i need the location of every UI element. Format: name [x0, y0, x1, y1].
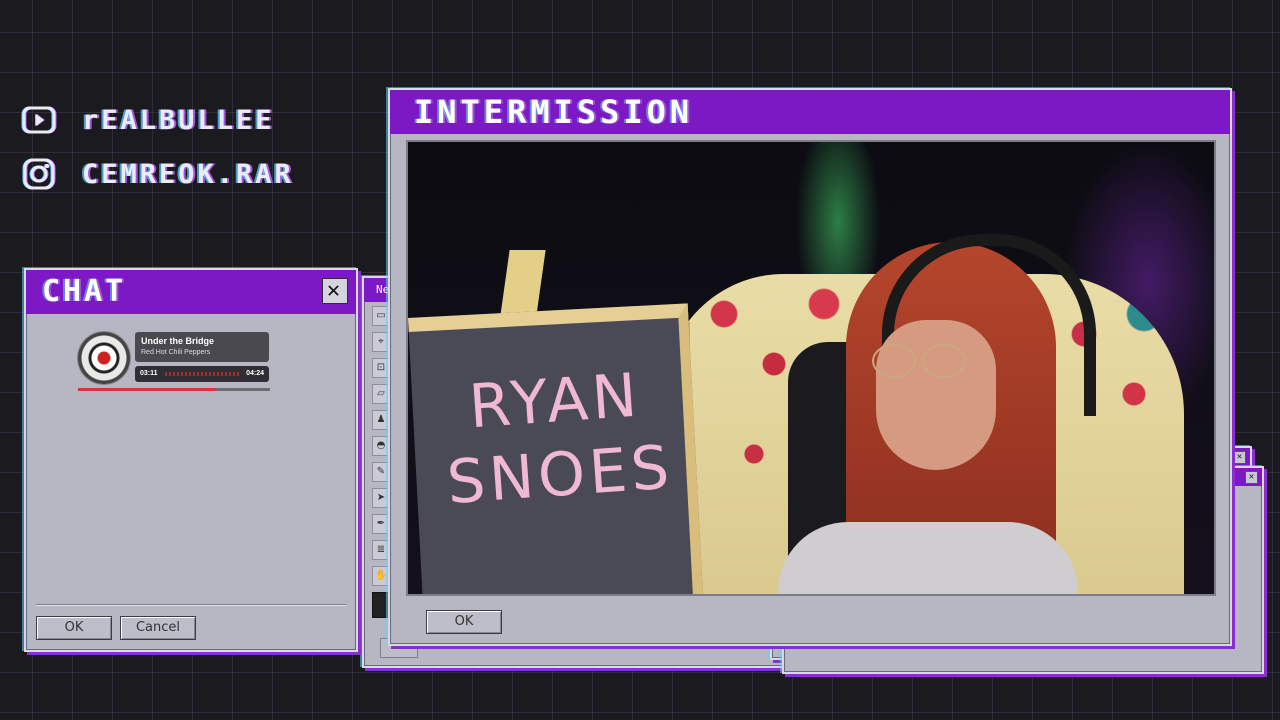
waveform: [165, 372, 239, 376]
elapsed-time: 03:11: [140, 370, 158, 377]
track-duration: 04:24: [246, 370, 264, 377]
chat-titlebar: CHAT ✕: [26, 270, 356, 314]
progress-track[interactable]: [78, 388, 270, 391]
instagram-handle-text: CEMREOK.RAR: [82, 158, 294, 190]
close-icon[interactable]: ✕: [1245, 471, 1258, 484]
youtube-icon: [22, 103, 56, 137]
youtube-handle-text: rEALBULLEE: [82, 104, 275, 136]
album-art: [78, 332, 130, 384]
chat-title: CHAT: [42, 274, 127, 309]
track-title: Under the Bridge: [141, 336, 215, 346]
youtube-handle-row: rEALBULLEE: [22, 103, 275, 137]
track-artist: Red Hot Chili Peppers: [141, 349, 211, 356]
instagram-handle-row: CEMREOK.RAR: [22, 157, 294, 191]
chalkboard-line-2: SNOES: [444, 432, 676, 519]
chat-window: CHAT ✕ Under the Bridge Red Hot Chili Pe…: [24, 268, 358, 652]
chat-ok-button[interactable]: OK: [36, 616, 112, 640]
webcam-feed: RYAN SNOES: [406, 140, 1216, 596]
now-playing-widget: Under the Bridge Red Hot Chili Peppers 0…: [76, 330, 276, 394]
chalkboard-text: RYAN SNOES: [438, 356, 678, 520]
chat-cancel-button[interactable]: Cancel: [120, 616, 196, 640]
instagram-icon: [22, 157, 56, 191]
intermission-title: INTERMISSION: [414, 93, 694, 131]
streamer-face: [876, 320, 996, 470]
intermission-ok-button[interactable]: OK: [426, 610, 502, 634]
intermission-titlebar: INTERMISSION: [390, 90, 1230, 134]
chalkboard: RYAN SNOES: [408, 303, 704, 594]
playback-bar: 03:11 04:24: [135, 366, 269, 382]
now-playing-info: Under the Bridge Red Hot Chili Peppers: [135, 332, 269, 362]
close-button[interactable]: ✕: [322, 278, 348, 304]
chat-divider: [36, 604, 346, 606]
glasses: [852, 344, 972, 378]
streamer-shirt: [778, 522, 1078, 594]
progress-fill: [78, 388, 217, 391]
close-icon[interactable]: ✕: [1233, 451, 1246, 464]
intermission-window: INTERMISSION RYAN SNOES OK: [388, 88, 1232, 646]
